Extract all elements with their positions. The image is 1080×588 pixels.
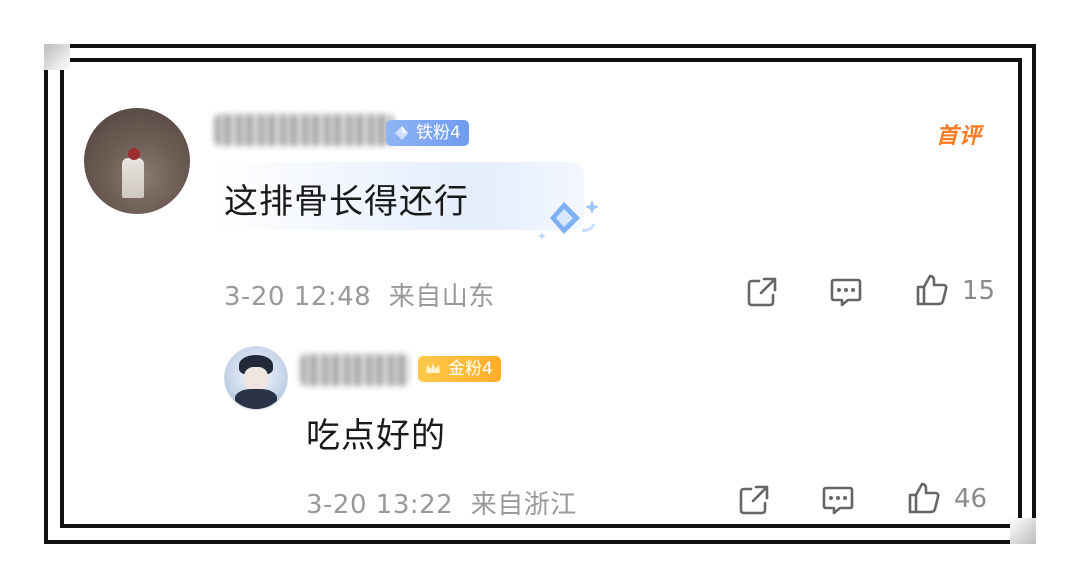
comment-card: 铁粉4 首评 这排骨长得还行 3-20 12:48 来自山东 15 金粉4 吃点… — [60, 58, 1022, 528]
frame-corner — [44, 44, 70, 70]
comment-icon[interactable] — [828, 274, 864, 310]
badge-label: 金粉4 — [448, 359, 493, 379]
avatar-figure-head — [128, 148, 140, 160]
gold-fan-badge[interactable]: 金粉4 — [418, 356, 501, 382]
comment-text: 这排骨长得还行 — [224, 182, 469, 222]
reply-text: 吃点好的 — [306, 416, 446, 456]
avatar-suit — [235, 389, 277, 409]
avatar[interactable] — [224, 346, 288, 410]
reply-time: 3-20 13:22 — [306, 490, 454, 520]
share-icon[interactable] — [744, 274, 780, 310]
like-icon[interactable] — [906, 480, 942, 516]
avatar-figure — [122, 158, 144, 198]
avatar-face — [244, 367, 268, 391]
like-count: 46 — [954, 484, 988, 514]
share-icon[interactable] — [736, 482, 772, 518]
comment-time: 3-20 12:48 — [224, 282, 372, 312]
fan-badge-icon — [395, 126, 408, 140]
like-count: 15 — [962, 276, 996, 306]
comment-meta: 3-20 12:48 来自山东 — [224, 276, 495, 313]
blurred-username[interactable] — [300, 354, 410, 386]
comment-location: 来自山东 — [388, 282, 495, 312]
diamond-sparkle-icon — [538, 200, 599, 240]
avatar[interactable] — [84, 108, 190, 214]
badge-label: 铁粉4 — [416, 123, 461, 143]
frame-corner — [1010, 518, 1036, 544]
reply-location: 来自浙江 — [470, 490, 577, 520]
blurred-username[interactable] — [214, 114, 394, 146]
reply-meta: 3-20 13:22 来自浙江 — [306, 484, 577, 521]
comment-icon[interactable] — [820, 482, 856, 518]
crown-badge-icon — [426, 363, 440, 373]
iron-fan-badge[interactable]: 铁粉4 — [386, 120, 469, 146]
like-icon[interactable] — [914, 272, 950, 308]
top-comment-tag: 首评 — [935, 124, 982, 149]
